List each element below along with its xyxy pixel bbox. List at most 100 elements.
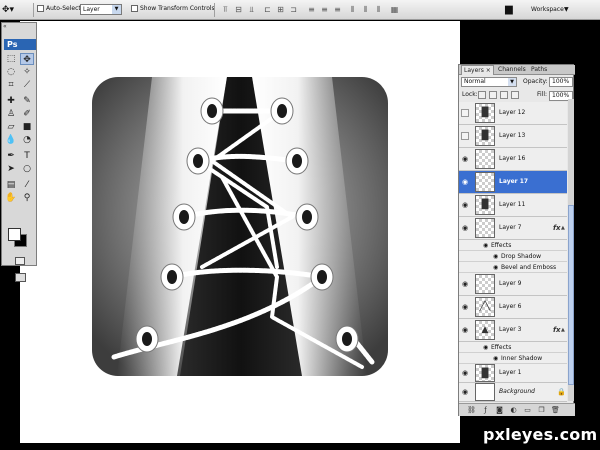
clone-stamp-tool-icon[interactable]: ♙ <box>4 108 18 120</box>
layer-row-selected[interactable]: ◉ Layer 17 <box>459 171 567 194</box>
collapse-arrow-icon[interactable]: ▲ <box>561 224 565 232</box>
layer-row[interactable]: ▐▌ Layer 12 <box>459 102 567 125</box>
layer-row[interactable]: ◉ ╱╲ Layer 6 <box>459 296 567 319</box>
lock-pixels-icon[interactable] <box>489 91 497 99</box>
eye-icon[interactable]: ◉ <box>483 344 488 351</box>
align-vertical-center-icon[interactable]: ⊟ <box>233 4 244 15</box>
effects-header[interactable]: ◉ Effects <box>459 342 567 353</box>
align-right-icon[interactable]: ⊐ <box>288 4 299 15</box>
effect-item[interactable]: ◉ Inner Shadow <box>459 353 567 364</box>
layers-scrollbar-thumb[interactable] <box>568 205 574 385</box>
align-bottom-icon[interactable]: ⫫ <box>246 4 257 15</box>
blur-tool-icon[interactable]: 💧 <box>4 134 18 146</box>
eye-icon[interactable]: ◉ <box>461 155 469 163</box>
rectangular-marquee-tool-icon[interactable]: ⬚ <box>4 53 18 65</box>
hand-tool-icon[interactable]: ✋ <box>4 192 18 204</box>
auto-align-icon[interactable]: ▦ <box>389 4 400 15</box>
dodge-tool-icon[interactable]: ◔ <box>20 134 34 146</box>
fx-icon[interactable]: fx <box>553 224 561 232</box>
eraser-tool-icon[interactable]: ▱ <box>4 121 18 133</box>
eye-icon[interactable]: ◉ <box>483 242 488 249</box>
layer-row[interactable]: ◉ Layer 16 <box>459 148 567 171</box>
close-icon[interactable]: × <box>486 67 491 74</box>
visibility-toggle[interactable] <box>461 109 469 117</box>
align-horizontal-center-icon[interactable]: ⊞ <box>275 4 286 15</box>
fx-icon[interactable]: fx <box>553 326 561 334</box>
path-selection-tool-icon[interactable]: ➤ <box>4 163 18 175</box>
auto-select-dropdown[interactable]: Layer ▼ <box>80 4 122 15</box>
distribute-right-icon[interactable]: ⦀ <box>373 4 384 15</box>
notes-tool-icon[interactable]: ▤ <box>4 179 18 191</box>
fx-menu-icon[interactable]: ƒ <box>481 406 490 415</box>
layer-row[interactable]: ◉ Layer 7 fx ▲ <box>459 217 567 240</box>
eye-icon[interactable]: ◉ <box>461 224 469 232</box>
visibility-toggle[interactable] <box>461 132 469 140</box>
eye-icon[interactable]: ◉ <box>461 388 469 396</box>
layer-row[interactable]: ◉ ▐▌ Layer 1 <box>459 364 567 383</box>
eye-icon[interactable]: ◉ <box>461 369 469 377</box>
photoshop-logo[interactable]: Ps <box>4 39 36 50</box>
type-tool-icon[interactable]: T <box>20 150 34 162</box>
eye-icon[interactable]: ◉ <box>461 280 469 288</box>
blend-mode-select[interactable]: Normal ▼ <box>461 77 517 87</box>
link-icon[interactable]: ⛓ <box>467 406 476 415</box>
zoom-tool-icon[interactable]: ⚲ <box>20 192 34 204</box>
layer-row[interactable]: ▐▌ Layer 13 <box>459 125 567 148</box>
lasso-tool-icon[interactable]: ◌ <box>4 66 18 78</box>
move-tool-preset-icon[interactable]: ✥▾ <box>2 3 30 17</box>
auto-select-checkbox[interactable] <box>37 5 44 12</box>
workspace-button[interactable]: ▆ Workspace ▼ <box>505 2 595 17</box>
new-layer-icon[interactable]: ❐ <box>537 406 546 415</box>
history-brush-tool-icon[interactable]: ✐ <box>20 108 34 120</box>
eye-icon[interactable]: ◉ <box>493 355 498 362</box>
layer-row[interactable]: ◉ ▲ Layer 3 fx ▲ <box>459 319 567 342</box>
new-group-icon[interactable]: ▭ <box>523 406 532 415</box>
effect-item[interactable]: ◉ Drop Shadow <box>459 251 567 262</box>
effect-item[interactable]: ◉ Bevel and Emboss <box>459 262 567 273</box>
document-canvas[interactable] <box>20 21 460 443</box>
eye-icon[interactable]: ◉ <box>461 303 469 311</box>
tab-paths[interactable]: Paths <box>529 65 549 75</box>
align-top-icon[interactable]: ⫪ <box>220 4 231 15</box>
quick-mask-icon[interactable] <box>15 257 25 265</box>
eye-icon[interactable]: ◉ <box>493 253 498 260</box>
layer-row[interactable]: ◉ ▐▌ Layer 11 <box>459 194 567 217</box>
eye-icon[interactable]: ◉ <box>461 201 469 209</box>
adjustment-layer-icon[interactable]: ◐ <box>509 406 518 415</box>
eye-icon[interactable]: ◉ <box>461 178 469 186</box>
trash-icon[interactable]: 🗑 <box>551 406 560 415</box>
opacity-field[interactable]: 100% <box>549 77 573 87</box>
slice-tool-icon[interactable]: ⟋ <box>20 79 34 91</box>
healing-brush-tool-icon[interactable]: ✚ <box>4 95 18 107</box>
distribute-vertical-center-icon[interactable]: ≡ <box>319 4 330 15</box>
show-transform-checkbox[interactable] <box>131 5 138 12</box>
pen-tool-icon[interactable]: ✒ <box>4 150 18 162</box>
gradient-tool-icon[interactable]: ■ <box>20 121 34 133</box>
eye-icon[interactable]: ◉ <box>493 264 498 271</box>
move-tool-icon[interactable]: ✥ <box>20 53 34 65</box>
eye-icon[interactable]: ◉ <box>461 326 469 334</box>
ellipse-shape-tool-icon[interactable]: ○ <box>20 163 34 175</box>
lock-all-icon[interactable] <box>511 91 519 99</box>
foreground-color-swatch[interactable] <box>8 228 21 241</box>
crop-tool-icon[interactable]: ⌗ <box>4 79 18 91</box>
collapse-arrow-icon[interactable]: ▲ <box>561 326 565 334</box>
effects-header[interactable]: ◉ Effects <box>459 240 567 251</box>
layer-row[interactable]: ◉ Layer 9 <box>459 273 567 296</box>
distribute-bottom-icon[interactable]: ≡ <box>332 4 343 15</box>
layer-row[interactable]: ◉ Background 🔒 <box>459 383 567 402</box>
layer-mask-icon[interactable]: ◙ <box>495 406 504 415</box>
lock-transparency-icon[interactable] <box>478 91 486 99</box>
collapse-panel-icon[interactable]: « <box>3 23 7 30</box>
eyedropper-tool-icon[interactable]: ⁄ <box>20 179 34 191</box>
tab-channels[interactable]: Channels <box>496 65 528 75</box>
distribute-left-icon[interactable]: ⦀ <box>347 4 358 15</box>
brush-tool-icon[interactable]: ✎ <box>20 95 34 107</box>
tab-layers[interactable]: Layers × <box>461 65 494 75</box>
lock-position-icon[interactable] <box>500 91 508 99</box>
align-left-icon[interactable]: ⊏ <box>262 4 273 15</box>
distribute-top-icon[interactable]: ≡ <box>306 4 317 15</box>
screen-mode-icon[interactable] <box>15 273 26 282</box>
magic-wand-tool-icon[interactable]: ✧ <box>20 66 34 78</box>
distribute-horizontal-center-icon[interactable]: ⦀ <box>360 4 371 15</box>
